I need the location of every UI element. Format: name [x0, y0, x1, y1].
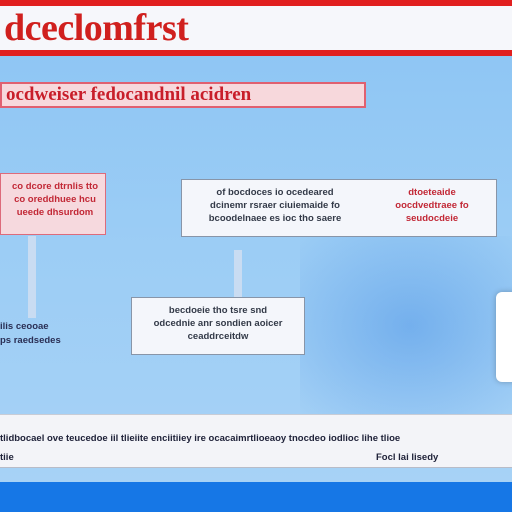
top-node-line: dtoeteaide: [408, 187, 456, 198]
connector-left: [28, 236, 36, 318]
top-node-line: seudocdeie: [405, 213, 459, 224]
middle-node-line: odcednie anr sondien aoicer: [153, 318, 283, 329]
top-node-col-b: dtoeteaide oocdvedtraee fo seudocdeie: [370, 186, 494, 225]
header-title-strip: dceclomfrst: [0, 6, 512, 50]
side-label: ilis ceooae ps raedsedes: [0, 320, 61, 348]
diagram-banner[interactable]: ocdweiser fedocandnil acidren: [0, 82, 366, 108]
middle-node-line: ceaddrceitdw: [187, 331, 249, 342]
bottom-bar: [0, 482, 512, 512]
app-header: dceclomfrst: [0, 0, 512, 56]
middle-node-line: becdoeie tho tsre snd: [168, 305, 268, 316]
left-node-line: co oreddhuee hcu: [14, 194, 96, 205]
left-node-box[interactable]: co dcore dtrnlis tto co oreddhuee hcu ue…: [0, 173, 106, 235]
side-panel-handle[interactable]: [496, 292, 512, 382]
side-label-line: ilis ceooae: [0, 321, 49, 332]
footer-panel: tlidbocael ove teucedoe iil tlieiite enc…: [0, 414, 512, 468]
canvas-glow: [300, 236, 512, 416]
top-node-col-a: of bocdoces io ocedeared dcinemr rsraer …: [186, 186, 364, 225]
top-node-line: bcoodelnaee es ioc tho saere: [208, 213, 342, 224]
top-node-line: oocdvedtraee fo: [395, 200, 469, 211]
top-node-box[interactable]: of bocdoces io ocedeared dcinemr rsraer …: [181, 179, 497, 237]
left-node-line: co dcore dtrnlis tto: [11, 181, 99, 192]
app-title: dceclomfrst: [4, 7, 189, 49]
top-node-line: of bocdoces io ocedeared: [216, 187, 334, 198]
left-node-line: ueede dhsurdom: [16, 207, 94, 218]
side-label-line: ps raedsedes: [0, 335, 61, 346]
footer-text-left: tiie: [0, 452, 14, 463]
middle-node-box[interactable]: becdoeie tho tsre snd odcednie anr sondi…: [131, 297, 305, 355]
connector-mid: [234, 250, 242, 298]
footer-link[interactable]: Focl lai lisedy: [376, 452, 438, 463]
footer-text: tlidbocael ove teucedoe iil tlieiite enc…: [0, 433, 401, 444]
top-node-line: dcinemr rsraer ciuiemaide fo: [210, 200, 340, 211]
